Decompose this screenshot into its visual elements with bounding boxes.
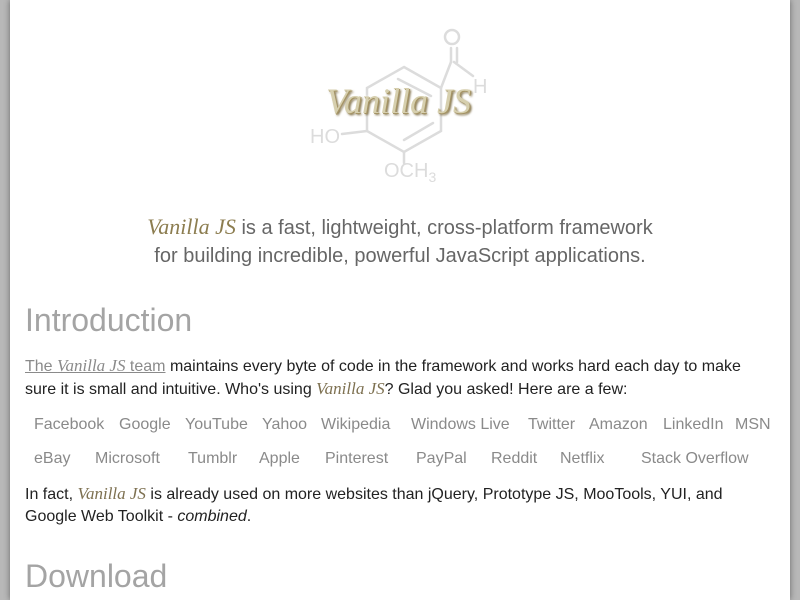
user-link-wikipedia[interactable]: Wikipedia [321,416,390,434]
introduction-paragraph: The Vanilla JS team maintains every byte… [25,356,741,398]
user-link-netflix[interactable]: Netflix [560,450,604,468]
fact-paragraph: In fact, Vanilla JS is already used on m… [25,484,723,525]
chem-ho-label: HO [310,126,340,148]
chem-h-label: H [473,76,488,98]
tagline-line-2: for building incredible, powerful JavaSc… [154,245,646,267]
user-link-yahoo[interactable]: Yahoo [262,416,307,434]
tagline: Vanilla JS is a fast, lightweight, cross… [10,213,790,270]
user-link-tumblr[interactable]: Tumblr [188,450,237,468]
user-link-google[interactable]: Google [119,416,171,434]
user-link-pinterest[interactable]: Pinterest [325,450,388,468]
user-link-facebook[interactable]: Facebook [34,416,104,434]
combined-emphasis: combined [177,507,247,525]
page: HO H OCH3 Vanilla JS Vanilla JS is a fas… [10,0,790,600]
user-link-reddit[interactable]: Reddit [491,450,537,468]
user-link-paypal[interactable]: PayPal [416,450,467,468]
user-link-ebay[interactable]: eBay [34,450,70,468]
tagline-line-1: Vanilla JS is a fast, lightweight, cross… [10,213,790,242]
user-link-linkedin[interactable]: LinkedIn [663,416,724,434]
user-link-windows-live[interactable]: Windows Live [411,416,510,434]
user-link-apple[interactable]: Apple [259,450,300,468]
vanilla-js-logo: HO H OCH3 Vanilla JS [10,0,790,200]
brand-inline: Vanilla JS [77,484,146,503]
tagline-text: is a fast, lightweight, cross-platform f… [235,217,653,239]
user-link-youtube[interactable]: YouTube [185,416,248,434]
user-link-msn[interactable]: MSN [735,416,771,434]
chem-och3-label: OCH3 [384,160,437,185]
user-link-microsoft[interactable]: Microsoft [95,450,160,468]
user-link-stack-overflow[interactable]: Stack Overflow [641,450,749,468]
download-heading: Download [25,558,168,594]
user-link-amazon[interactable]: Amazon [589,416,648,434]
introduction-heading: Introduction [25,302,193,338]
users-list: Facebook Google YouTube Yahoo Wikipedia … [34,416,784,476]
tagline-brand: Vanilla JS [147,214,236,239]
user-link-twitter[interactable]: Twitter [528,416,575,434]
vanilla-js-team-link[interactable]: The Vanilla JS team [25,356,166,375]
logo-text: Vanilla JS [326,81,471,121]
brand-inline: Vanilla JS [316,378,385,398]
